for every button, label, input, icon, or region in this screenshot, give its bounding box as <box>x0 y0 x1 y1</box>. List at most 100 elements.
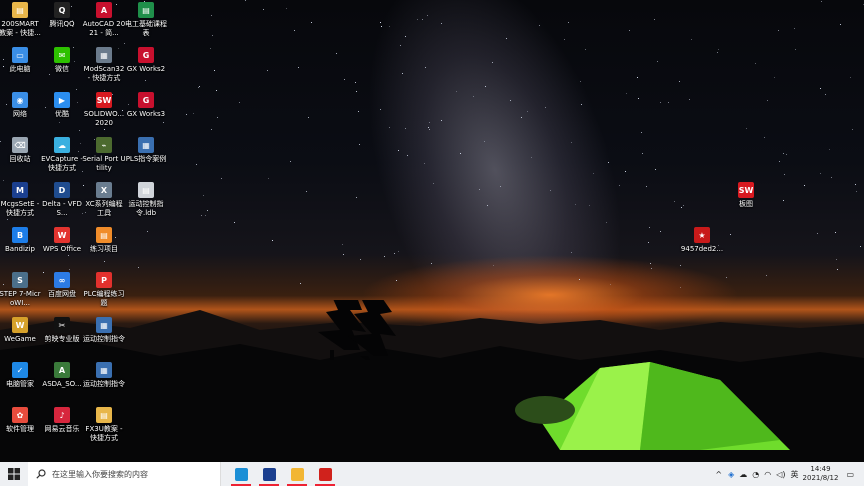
motion-control-icon-2: ▦ <box>96 362 112 378</box>
star <box>825 94 827 96</box>
taskbar-app-2[interactable] <box>283 462 311 486</box>
star <box>588 205 590 207</box>
star <box>849 76 851 78</box>
capcut-icon: ✂ <box>54 317 70 333</box>
desktop-icon[interactable]: X XC系列编程工具 <box>82 182 126 218</box>
star <box>485 85 487 87</box>
desktop-icon-label: McgsSetE - 快捷方式 <box>0 200 40 217</box>
taskbar-app-1[interactable] <box>255 462 283 486</box>
star <box>539 25 541 27</box>
desktop-icon[interactable]: M McgsSetE - 快捷方式 <box>0 182 42 218</box>
star <box>651 268 653 270</box>
star <box>584 48 586 50</box>
network-tray-icon[interactable]: ◔ <box>752 470 759 479</box>
desktop-icon[interactable]: P PLC编程练习题 <box>82 272 126 308</box>
star <box>163 121 165 123</box>
desktop-icon[interactable]: ✂ 剪映专业版 <box>40 317 84 344</box>
desktop-icon[interactable]: B Bandizip <box>0 227 42 254</box>
desktop-icon[interactable]: ▤ 200SMART 教案 - 快捷... <box>0 2 42 38</box>
star <box>209 48 211 50</box>
wifi-icon[interactable]: ◠ <box>764 470 771 479</box>
star <box>472 95 474 97</box>
chevron-up-icon[interactable]: ^ <box>715 470 722 479</box>
star <box>638 97 640 99</box>
desktop-icon[interactable]: S STEP 7-MicroWI... <box>0 272 42 308</box>
star <box>568 22 570 24</box>
star <box>7 219 9 221</box>
taskbar-app-0[interactable] <box>227 462 255 486</box>
desktop-icon[interactable]: ▤ FX3U教案 - 快捷方式 <box>82 407 126 443</box>
desktop-icon[interactable]: ⌫ 回收站 <box>0 137 42 164</box>
fx3u-doc-icon: ▤ <box>96 407 112 423</box>
search-placeholder: 在这里输入你要搜索的内容 <box>52 469 148 479</box>
desktop-icon[interactable]: ▤ 练习项目 <box>82 227 126 254</box>
star <box>429 128 431 130</box>
input-method-indicator[interactable]: 英 <box>791 469 799 480</box>
desktop-icon[interactable]: G GX Works2 <box>124 47 168 74</box>
desktop-icon[interactable]: ▭ 此电脑 <box>0 47 42 74</box>
pdf-reader-icon <box>318 467 332 481</box>
star <box>782 200 784 202</box>
desktop-icon-label: STEP 7-MicroWI... <box>0 290 41 307</box>
notification-icon[interactable]: ▭ <box>846 470 854 479</box>
star <box>626 92 628 94</box>
star <box>356 197 358 199</box>
desktop-icon[interactable]: ♪ 网易云音乐 <box>40 407 84 434</box>
desktop-icon[interactable]: W WPS Office <box>40 227 84 254</box>
star <box>640 132 642 134</box>
desktop-icon[interactable]: ▦ 运动控制指令 <box>82 317 126 344</box>
windows-logo-icon <box>8 468 20 480</box>
clock[interactable]: 14:49 2021/8/12 <box>803 465 839 483</box>
desktop-icon[interactable]: ☁ EVCapture - 快捷方式 <box>40 137 84 173</box>
desktop-icon[interactable]: A AutoCAD 2021 - 简... <box>82 2 126 38</box>
desktop-icon-label: 电脑管家 <box>6 380 34 388</box>
desktop-icon-label: 电工基础课程表 <box>125 20 167 37</box>
desktop-icon[interactable]: ∞ 百度网盘 <box>40 272 84 299</box>
start-button[interactable] <box>0 462 28 486</box>
desktop-icon[interactable]: ▶ 优酷 <box>40 92 84 119</box>
taskbar-app-3[interactable] <box>311 462 339 486</box>
desktop-icon[interactable]: A ASDA_SO... <box>40 362 84 389</box>
wechat-icon: ✉ <box>54 47 70 63</box>
desktop-icon[interactable]: ▦ PLS指令案例 <box>124 137 168 164</box>
desktop-icon[interactable]: D Delta - VFDS... <box>40 182 84 218</box>
star <box>673 200 675 202</box>
desktop-icon[interactable]: ✿ 软件管理 <box>0 407 42 434</box>
security-icon[interactable]: ◈ <box>728 470 734 479</box>
desktop-icon-label: 此电脑 <box>9 65 31 73</box>
desktop-icon[interactable]: ▦ 运动控制指令 <box>82 362 126 389</box>
star <box>267 178 269 180</box>
desktop-icon-label: 优酷 <box>55 110 69 118</box>
star <box>505 38 507 40</box>
desktop-icon[interactable]: ▤ 运动控制指令.ldb <box>124 182 168 218</box>
desktop-icon[interactable]: SW 板图 <box>724 182 768 209</box>
desktop-icon-label: 回收站 <box>9 155 31 163</box>
desktop-icon[interactable]: Q 腾讯QQ <box>40 2 84 29</box>
desktop-icon[interactable]: W WeGame <box>0 317 42 344</box>
star <box>285 7 287 9</box>
desktop-icon[interactable]: ◉ 网络 <box>0 92 42 119</box>
desktop-icon[interactable]: ★ 9457ded2... <box>680 227 724 254</box>
volume-icon[interactable]: ◁) <box>776 470 785 479</box>
star <box>383 255 385 257</box>
desktop-icon[interactable]: ✓ 电脑管家 <box>0 362 42 389</box>
desktop-icon[interactable]: ✉ 微信 <box>40 47 84 74</box>
star <box>851 129 853 131</box>
desktop-icon[interactable]: SW SOLIDWO... 2020 <box>82 92 126 128</box>
desktop-icon[interactable]: ▤ 电工基础课程表 <box>124 2 168 38</box>
star <box>527 111 529 113</box>
star <box>794 28 796 30</box>
star <box>688 98 690 100</box>
desktop-icon[interactable]: ⌁ Serial Port Utility <box>82 137 126 173</box>
star <box>440 119 442 121</box>
star <box>487 204 489 206</box>
desktop-icon[interactable]: ▦ ModScan32 - 快捷方式 <box>82 47 126 83</box>
cloud-icon[interactable]: ☁ <box>739 470 747 479</box>
star <box>103 90 105 92</box>
star <box>648 226 650 228</box>
taskbar-search-box[interactable]: 在这里输入你要搜索的内容 <box>28 462 221 486</box>
asda-icon: A <box>54 362 70 378</box>
star <box>766 274 768 276</box>
star <box>389 26 391 28</box>
desktop-icon[interactable]: G GX Works3 <box>124 92 168 119</box>
